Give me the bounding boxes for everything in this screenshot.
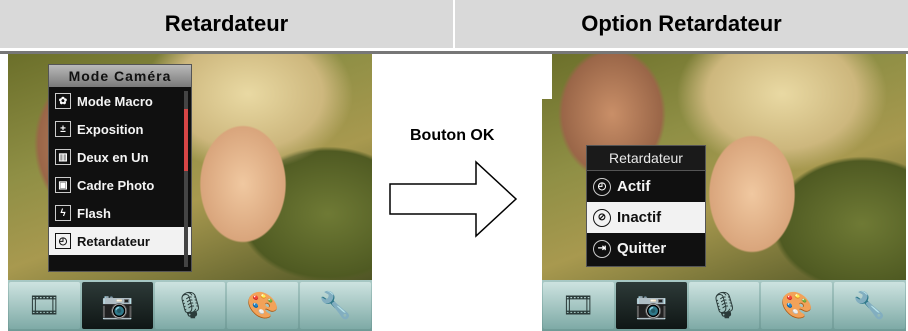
camera-mode-icon[interactable]: 📷 — [615, 282, 687, 329]
menu-title: Retardateur — [587, 146, 705, 171]
option-label: Actif — [617, 178, 651, 195]
timer-off-icon: ⊘ — [593, 208, 611, 227]
ok-button-label: Bouton OK — [410, 127, 495, 144]
screen-notch — [542, 54, 552, 99]
playback-mode-icon[interactable]: 🎨 — [761, 282, 833, 329]
menu-item-label: Flash — [77, 205, 111, 221]
self-timer-icon: ◴ — [55, 233, 71, 249]
menu-item-macro[interactable]: ✿ Mode Macro — [49, 87, 191, 115]
right-arrow-icon — [389, 160, 518, 238]
menu-title: Mode Caméra — [49, 65, 191, 87]
camera-screen-right: Retardateur ◴ Actif ⊘ Inactif ⇥ Quitter 🎞 📷… — [542, 54, 906, 331]
right-column-header: Option Retardateur — [455, 0, 908, 48]
menu-item-label: Mode Macro — [77, 93, 153, 109]
voice-mode-icon[interactable]: 🎙 — [154, 282, 226, 329]
playback-mode-icon[interactable]: 🎨 — [227, 282, 299, 329]
left-header-label: Retardateur — [164, 11, 289, 36]
option-label: Quitter — [617, 240, 667, 257]
mode-bar: 🎞 📷 🎙 🎨 🔧 — [542, 280, 906, 331]
menu-item-two-in-one[interactable]: ▥ Deux en Un — [49, 143, 191, 171]
scrollbar-thumb[interactable] — [184, 109, 188, 171]
option-label: Inactif — [617, 209, 662, 226]
menu-item-self-timer[interactable]: ◴ Retardateur — [49, 227, 191, 255]
menu-item-photo-frame[interactable]: ▣ Cadre Photo — [49, 171, 191, 199]
mode-bar: 🎞 📷 🎙 🎨 🔧 — [8, 280, 372, 331]
settings-mode-icon[interactable]: 🔧 — [834, 282, 905, 329]
video-mode-icon[interactable]: 🎞 — [9, 282, 80, 329]
settings-mode-icon[interactable]: 🔧 — [300, 282, 371, 329]
camera-mode-icon[interactable]: 📷 — [81, 282, 153, 329]
menu-item-flash[interactable]: ϟ Flash — [49, 199, 191, 227]
self-timer-options-menu: Retardateur ◴ Actif ⊘ Inactif ⇥ Quitter — [586, 145, 706, 267]
menu-item-label: Cadre Photo — [77, 177, 155, 193]
menu-item-label: Deux en Un — [77, 149, 149, 165]
exit-icon: ⇥ — [593, 239, 611, 258]
two-in-one-icon: ▥ — [55, 149, 71, 165]
left-column-header: Retardateur — [0, 0, 453, 48]
macro-icon: ✿ — [55, 93, 71, 109]
photo-frame-icon: ▣ — [55, 177, 71, 193]
voice-mode-icon[interactable]: 🎙 — [688, 282, 760, 329]
timer-on-icon: ◴ — [593, 177, 611, 196]
header-divider — [0, 48, 908, 50]
option-exit[interactable]: ⇥ Quitter — [587, 233, 705, 264]
menu-item-exposure[interactable]: ± Exposition — [49, 115, 191, 143]
menu-item-label: Retardateur — [77, 233, 150, 249]
camera-screen-left: Mode Caméra ✿ Mode Macro ± Exposition ▥ Deu… — [8, 54, 372, 331]
option-off[interactable]: ⊘ Inactif — [587, 202, 705, 233]
right-header-label: Option Retardateur — [581, 11, 782, 36]
flash-icon: ϟ — [55, 205, 71, 221]
camera-mode-menu: Mode Caméra ✿ Mode Macro ± Exposition ▥ Deu… — [48, 64, 192, 272]
menu-scrollbar[interactable] — [184, 91, 188, 267]
menu-item-label: Exposition — [77, 121, 144, 137]
option-on[interactable]: ◴ Actif — [587, 171, 705, 202]
video-mode-icon[interactable]: 🎞 — [543, 282, 614, 329]
exposure-icon: ± — [55, 121, 71, 137]
